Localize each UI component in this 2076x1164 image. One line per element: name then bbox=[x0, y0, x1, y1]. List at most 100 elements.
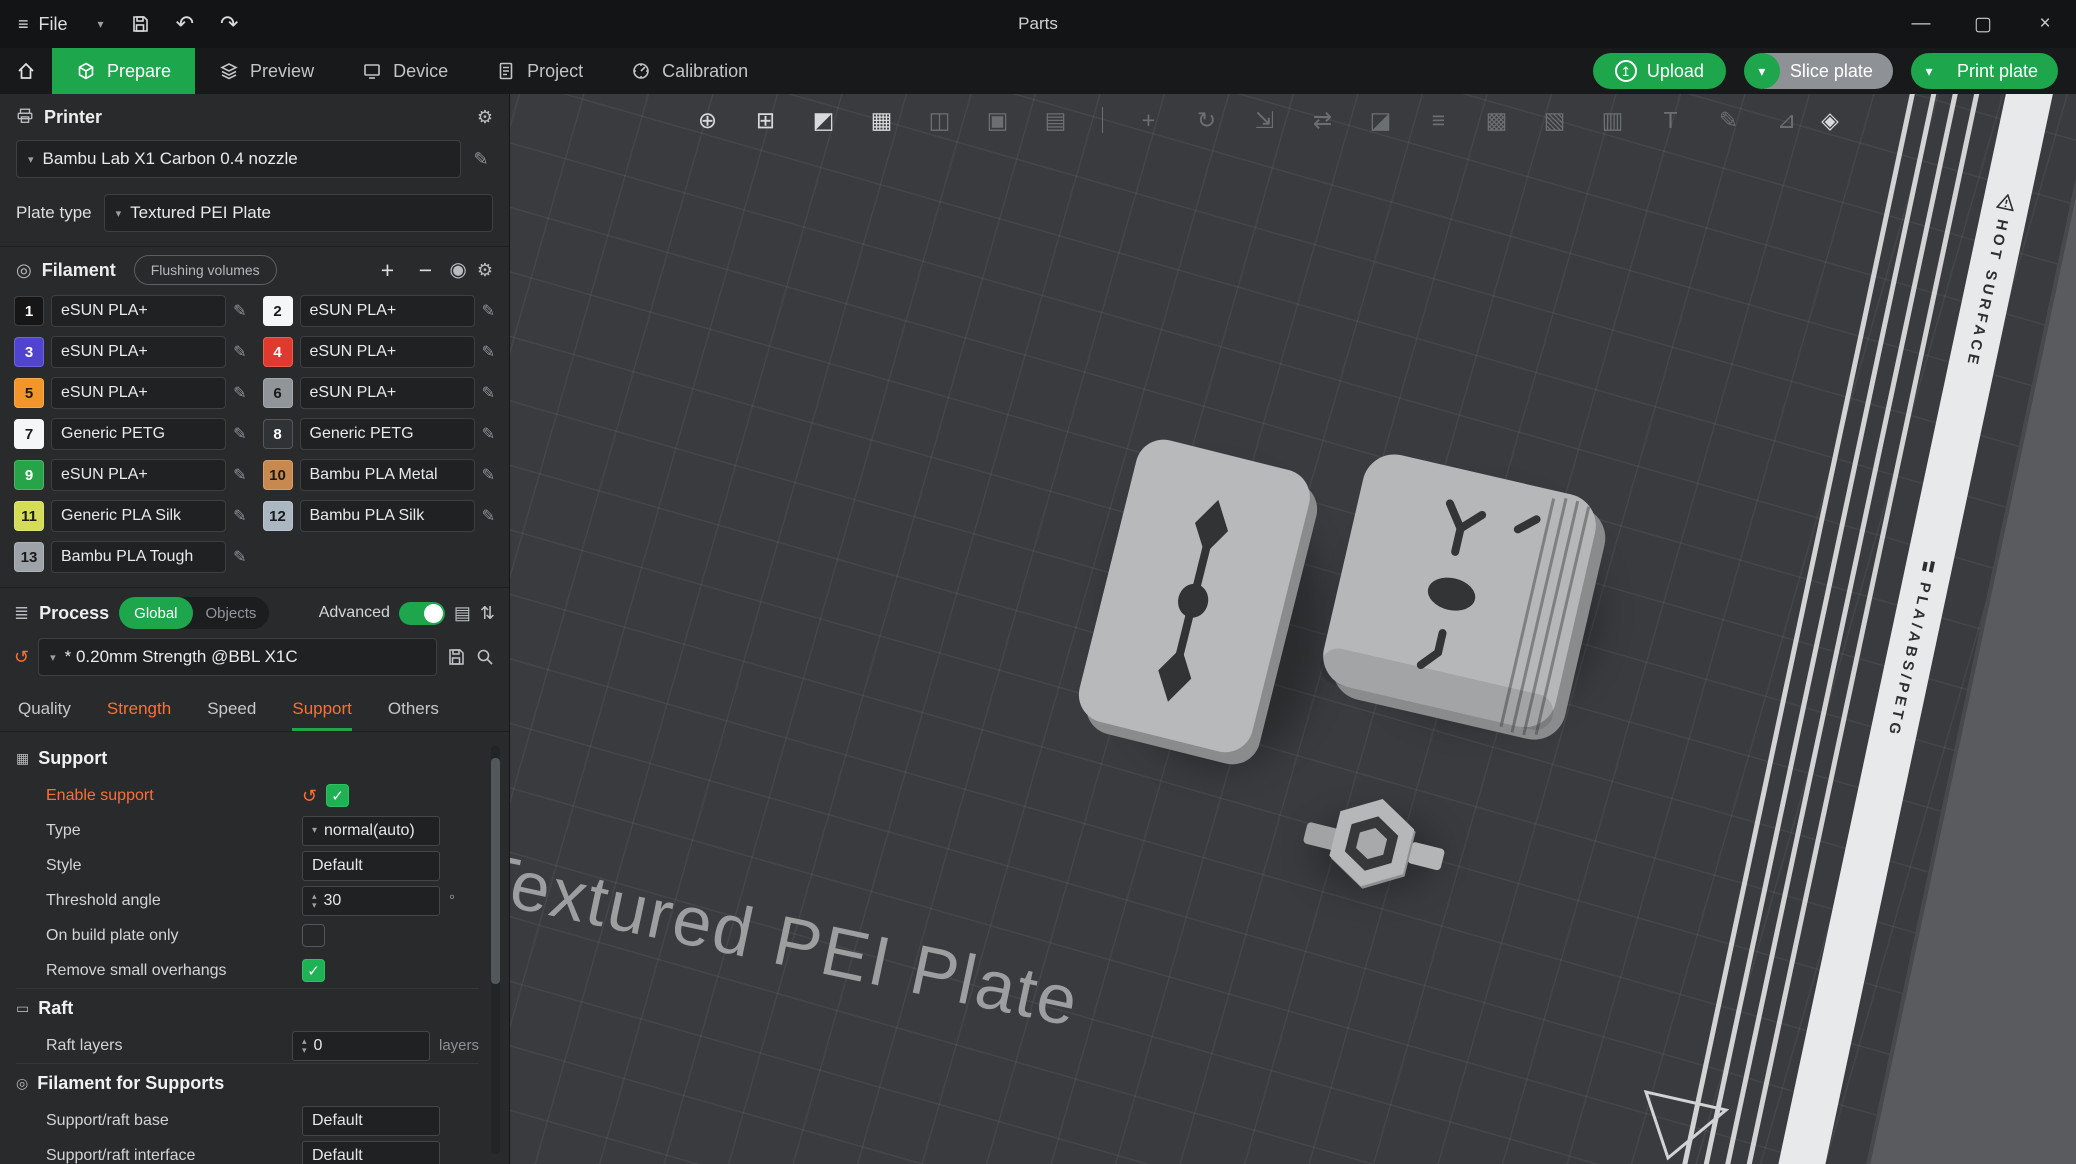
filament-name[interactable]: eSUN PLA+ bbox=[51, 459, 227, 491]
filament-chip[interactable]: 3 bbox=[14, 337, 44, 367]
plate-type-select[interactable]: ▾ Textured PEI Plate bbox=[103, 194, 493, 232]
close-button[interactable]: × bbox=[2014, 0, 2076, 48]
printer-settings-icon[interactable]: ⚙ bbox=[477, 108, 493, 126]
slice-plate-button[interactable]: Slice plate bbox=[1763, 53, 1893, 89]
edit-icon[interactable]: ✎ bbox=[233, 342, 246, 362]
parameter-table-icon[interactable]: ▤ bbox=[454, 603, 471, 624]
tab-project[interactable]: Project bbox=[472, 48, 607, 94]
edit-icon[interactable]: ✎ bbox=[482, 383, 495, 403]
filament-name[interactable]: Bambu PLA Silk bbox=[299, 500, 475, 532]
reset-icon[interactable]: ↺ bbox=[14, 648, 29, 666]
param-spinbox[interactable]: ▴ ▾ 0 bbox=[291, 1030, 430, 1061]
filament-chip[interactable]: 11 bbox=[14, 501, 44, 531]
filament-chip[interactable]: 7 bbox=[14, 419, 44, 449]
param-select[interactable]: Default bbox=[302, 1140, 440, 1164]
print-plate-button[interactable]: Print plate bbox=[1930, 53, 2058, 89]
edit-icon[interactable]: ✎ bbox=[482, 506, 495, 526]
viewport-3d[interactable]: Textured PEI Plate HOT SURFACE PLA/ABS/P… bbox=[510, 94, 2076, 1164]
edit-icon[interactable]: ✎ bbox=[233, 506, 246, 526]
filament-name[interactable]: Bambu PLA Metal bbox=[299, 459, 475, 491]
filament-name[interactable]: eSUN PLA+ bbox=[299, 295, 475, 327]
printer-preset-select[interactable]: ▾ Bambu Lab X1 Carbon 0.4 nozzle bbox=[16, 140, 461, 178]
add-filament-button[interactable]: + bbox=[373, 257, 401, 284]
add-object-icon[interactable]: ⊕ bbox=[688, 100, 728, 140]
edit-icon[interactable]: ✎ bbox=[469, 149, 493, 170]
ams-icon[interactable]: ◉ bbox=[449, 260, 466, 280]
reset-icon[interactable]: ↺ bbox=[302, 787, 317, 805]
edit-icon[interactable]: ✎ bbox=[233, 547, 246, 567]
filament-chip[interactable]: 5 bbox=[14, 378, 44, 408]
edit-icon[interactable]: ✎ bbox=[482, 424, 495, 444]
filament-name[interactable]: Generic PETG bbox=[299, 418, 475, 450]
param-checkbox[interactable]: ✓ bbox=[326, 784, 350, 807]
edit-icon[interactable]: ✎ bbox=[482, 301, 495, 321]
edit-icon[interactable]: ✎ bbox=[482, 342, 495, 362]
param-checkbox[interactable] bbox=[302, 924, 325, 947]
filament-name[interactable]: Generic PETG bbox=[51, 418, 227, 450]
filament-chip[interactable]: 6 bbox=[262, 378, 293, 408]
assembly-view-icon[interactable]: ◈ bbox=[1810, 100, 1850, 140]
maximize-button[interactable]: ▢ bbox=[1952, 0, 2014, 48]
add-plate-icon[interactable]: ⊞ bbox=[746, 100, 786, 140]
compare-presets-icon[interactable]: ⇅ bbox=[480, 603, 495, 624]
filament-chip[interactable]: 12 bbox=[262, 501, 293, 531]
param-spinbox[interactable]: ▴ ▾ 30 bbox=[302, 885, 440, 916]
print-plate-dropdown[interactable]: ▾ bbox=[1910, 53, 1947, 89]
param-select[interactable]: Default bbox=[302, 1105, 440, 1136]
filament-chip[interactable]: 1 bbox=[14, 296, 44, 326]
home-button[interactable] bbox=[0, 48, 52, 94]
search-icon[interactable] bbox=[475, 647, 495, 667]
spinner-arrows-icon[interactable]: ▴ ▾ bbox=[302, 1036, 307, 1055]
advanced-toggle[interactable] bbox=[398, 601, 445, 625]
file-menu[interactable]: ≡ File ▾ bbox=[18, 14, 104, 35]
filament-name[interactable]: eSUN PLA+ bbox=[299, 377, 475, 409]
auto-orient-icon[interactable]: ◩ bbox=[804, 100, 844, 140]
scope-global-button[interactable]: Global bbox=[119, 597, 193, 629]
param-checkbox[interactable]: ✓ bbox=[302, 959, 325, 982]
process-tab-strength[interactable]: Strength bbox=[107, 686, 171, 731]
filament-settings-icon[interactable]: ⚙ bbox=[477, 261, 493, 279]
filament-name[interactable]: eSUN PLA+ bbox=[51, 295, 227, 327]
filament-chip[interactable]: 4 bbox=[262, 337, 293, 367]
undo-button[interactable]: ↶ bbox=[176, 13, 194, 35]
filament-chip[interactable]: 10 bbox=[262, 460, 293, 490]
param-select[interactable]: ▾ normal(auto) bbox=[302, 815, 440, 846]
edit-icon[interactable]: ✎ bbox=[233, 424, 246, 444]
slice-plate-dropdown[interactable]: ▾ bbox=[1743, 53, 1780, 89]
process-tab-speed[interactable]: Speed bbox=[207, 686, 256, 731]
filament-name[interactable]: eSUN PLA+ bbox=[299, 336, 475, 368]
edit-icon[interactable]: ✎ bbox=[233, 301, 246, 321]
save-button[interactable] bbox=[130, 14, 150, 34]
param-label: Support/raft base bbox=[46, 1111, 169, 1129]
redo-button[interactable]: ↷ bbox=[220, 13, 238, 35]
process-tab-others[interactable]: Others bbox=[388, 686, 439, 731]
process-tab-quality[interactable]: Quality bbox=[18, 686, 71, 731]
process-preset-select[interactable]: ▾ * 0.20mm Strength @BBL X1C bbox=[38, 638, 437, 676]
upload-button[interactable]: ↥ Upload bbox=[1592, 53, 1726, 89]
minimize-button[interactable]: — bbox=[1890, 0, 1952, 48]
filament-chip[interactable]: 2 bbox=[262, 296, 293, 326]
scope-objects-button[interactable]: Objects bbox=[193, 605, 270, 622]
edit-icon[interactable]: ✎ bbox=[233, 465, 246, 485]
edit-icon[interactable]: ✎ bbox=[482, 465, 495, 485]
save-preset-icon[interactable] bbox=[446, 647, 466, 667]
filament-name[interactable]: eSUN PLA+ bbox=[51, 377, 227, 409]
arrange-icon[interactable]: ▦ bbox=[862, 100, 902, 140]
filament-name[interactable]: eSUN PLA+ bbox=[51, 336, 227, 368]
filament-name[interactable]: Generic PLA Silk bbox=[51, 500, 227, 532]
process-tab-support[interactable]: Support bbox=[292, 686, 352, 731]
filament-chip[interactable]: 13 bbox=[14, 542, 44, 572]
filament-chip[interactable]: 9 bbox=[14, 460, 44, 490]
remove-filament-button[interactable]: − bbox=[411, 257, 439, 284]
flushing-volumes-button[interactable]: Flushing volumes bbox=[133, 255, 277, 285]
filament-name[interactable]: Bambu PLA Tough bbox=[51, 541, 227, 573]
tab-preview[interactable]: Preview bbox=[195, 48, 338, 94]
tab-prepare[interactable]: Prepare bbox=[52, 48, 196, 94]
filament-chip[interactable]: 8 bbox=[262, 419, 293, 449]
spinner-arrows-icon[interactable]: ▴ ▾ bbox=[312, 891, 317, 910]
param-select[interactable]: Default bbox=[302, 850, 440, 881]
params-scrollbar-thumb[interactable] bbox=[491, 758, 500, 984]
edit-icon[interactable]: ✎ bbox=[233, 383, 246, 403]
tab-calibration[interactable]: Calibration bbox=[607, 48, 772, 94]
tab-device[interactable]: Device bbox=[338, 48, 472, 94]
